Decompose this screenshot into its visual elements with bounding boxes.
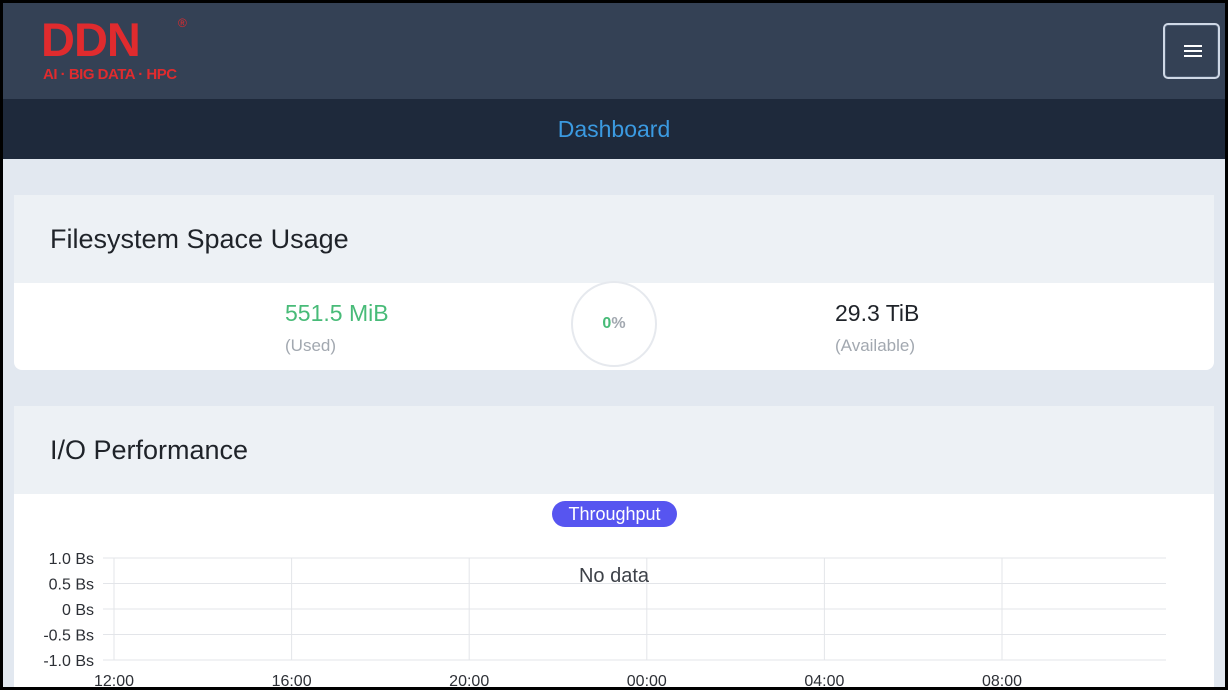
usage-gauge: 0%: [571, 281, 657, 367]
top-header: DDN ® AI · BIG DATA · HPC: [3, 3, 1225, 99]
available-space-value: 29.3 TiB: [835, 300, 920, 326]
menu-toggle-button[interactable]: [1163, 23, 1220, 79]
usage-percent-value: 0: [602, 315, 612, 332]
io-card-title: I/O Performance: [50, 435, 249, 465]
x-tick-label: 08:00: [982, 673, 1022, 687]
filesystem-card-header: Filesystem Space Usage: [14, 195, 1214, 283]
y-tick-label: -0.5 Bs: [43, 628, 94, 645]
filesystem-card-body: 551.5 MiB (Used) 0% 29.3 TiB (Available): [14, 281, 1214, 370]
x-tick-label: 00:00: [627, 673, 667, 687]
available-space-label: (Available): [835, 336, 916, 355]
filesystem-card-title: Filesystem Space Usage: [50, 224, 349, 254]
nav-dashboard-link[interactable]: Dashboard: [3, 99, 1225, 159]
app-window: DDN ® AI · BIG DATA · HPC Dashboard File…: [3, 3, 1225, 687]
y-tick-label: 1.0 Bs: [49, 551, 94, 568]
y-tick-label: 0 Bs: [62, 602, 94, 619]
x-tick-label: 16:00: [272, 673, 312, 687]
used-space-value: 551.5 MiB: [285, 300, 389, 326]
no-data-label: No data: [579, 565, 650, 587]
x-tick-label: 20:00: [449, 673, 489, 687]
x-tick-label: 12:00: [94, 673, 134, 687]
y-tick-label: 0.5 Bs: [49, 577, 94, 594]
throughput-chart: 1.0 Bs 0.5 Bs 0 Bs -0.5 Bs -1.0 Bs12:00 16:00…: [43, 551, 1166, 687]
io-card-header: I/O Performance: [14, 406, 1214, 494]
x-tick-label: 04:00: [804, 673, 844, 687]
io-card-body: Throughput 1.0 Bs 0.5 Bs 0 Bs -0.5 Bs -1.0 B…: [14, 494, 1214, 687]
usage-percent-sign: %: [611, 315, 626, 332]
logo-registered-mark: ®: [178, 16, 187, 30]
logo-tagline: AI · BIG DATA · HPC: [43, 66, 177, 83]
used-space-label: (Used): [285, 336, 337, 355]
y-tick-label: -1.0 Bs: [43, 653, 94, 670]
ddn-logo[interactable]: DDN ® AI · BIG DATA · HPC: [41, 13, 191, 87]
logo-wordmark: DDN: [41, 13, 141, 66]
nav-bar: Dashboard: [3, 99, 1225, 159]
